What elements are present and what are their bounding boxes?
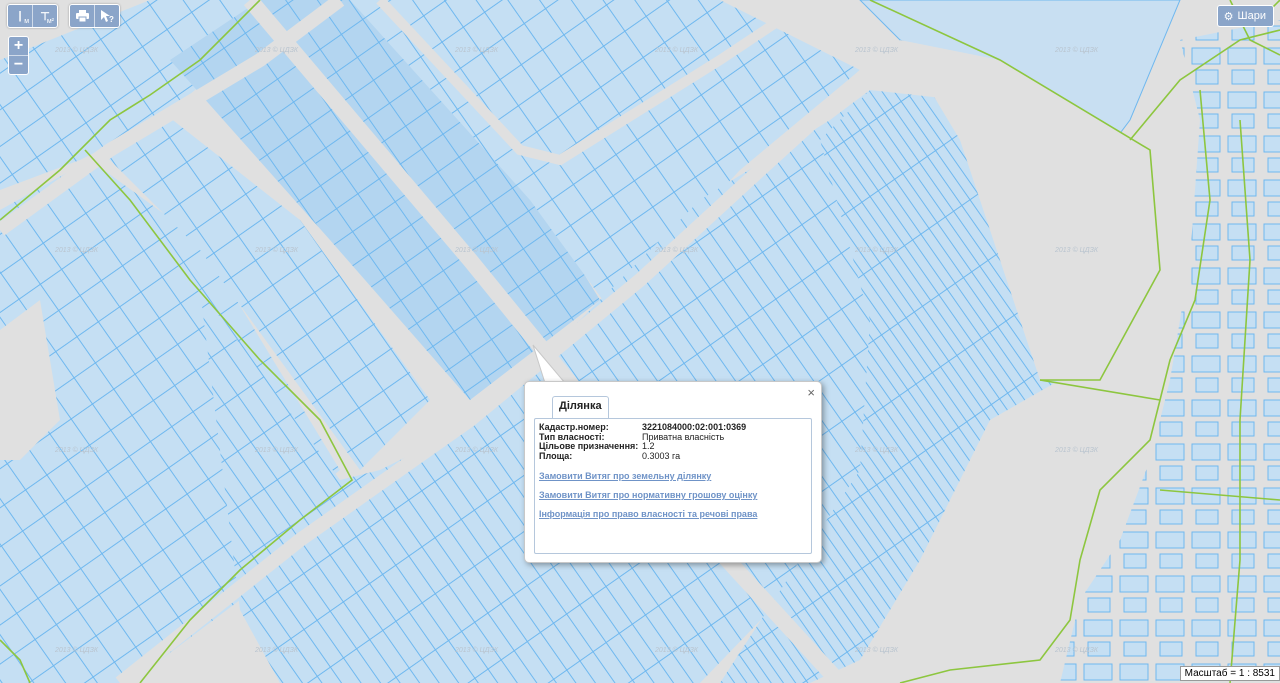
- tools-toolbar: ?: [69, 4, 120, 28]
- attribute-row: Площа: 0.3003 га: [539, 450, 746, 462]
- zoom-out-button[interactable]: −: [9, 55, 28, 74]
- identify-cursor-icon: ?: [101, 9, 114, 23]
- map-watermark: 2013 © ЦДЗК: [654, 246, 699, 254]
- measure-toolbar: | м ⊤ м²: [7, 4, 58, 28]
- identify-button[interactable]: ?: [94, 5, 119, 27]
- map-watermark: 2013 © ЦДЗК: [54, 246, 99, 254]
- gear-icon: ⚙: [1223, 10, 1234, 23]
- map-watermark: 2013 © ЦДЗК: [454, 646, 499, 654]
- cadastral-map[interactable]: 2013 © ЦДЗК 2013 © ЦДЗК 2013 © ЦДЗК 2013…: [0, 0, 1280, 683]
- map-watermark: 2013 © ЦДЗК: [454, 446, 499, 454]
- svg-text:?: ?: [109, 15, 114, 23]
- map-watermark: 2013 © ЦДЗК: [1054, 46, 1099, 54]
- map-watermark: 2013 © ЦДЗК: [1054, 646, 1099, 654]
- map-scale: Масштаб = 1 : 8531: [1179, 666, 1280, 681]
- map-watermark: 2013 © ЦДЗК: [854, 646, 899, 654]
- map-watermark: 2013 © ЦДЗК: [454, 246, 499, 254]
- zoom-control: + −: [8, 36, 29, 75]
- attribute-key: Площа:: [539, 450, 573, 461]
- layers-button-label: Шари: [1237, 10, 1266, 22]
- map-watermark: 2013 © ЦДЗК: [254, 46, 299, 54]
- layers-button[interactable]: ⚙ Шари: [1216, 5, 1274, 27]
- popup-links: Замовити Витяг про земельну ділянку Замо…: [539, 471, 757, 528]
- map-watermark: 2013 © ЦДЗК: [854, 46, 899, 54]
- order-parcel-extract-link[interactable]: Замовити Витяг про земельну ділянку: [539, 471, 757, 481]
- map-watermark: 2013 © ЦДЗК: [854, 246, 899, 254]
- map-watermark: 2013 © ЦДЗК: [854, 446, 899, 454]
- map-watermark: 2013 © ЦДЗК: [254, 446, 299, 454]
- parcel-info-panel: Кадастр.номер: 3221084000:02:001:0369 Ти…: [534, 418, 812, 554]
- parcel-info-popup: × Ділянка Кадастр.номер: 3221084000:02:0…: [524, 381, 822, 563]
- area-value: 0.3003 га: [642, 450, 681, 461]
- map-watermark: 2013 © ЦДЗК: [654, 646, 699, 654]
- map-watermark: 2013 © ЦДЗК: [254, 246, 299, 254]
- map-watermark: 2013 © ЦДЗК: [1054, 246, 1099, 254]
- map-watermark: 2013 © ЦДЗК: [254, 646, 299, 654]
- map-watermark: 2013 © ЦДЗК: [54, 446, 99, 454]
- map-watermark: 2013 © ЦДЗК: [454, 46, 499, 54]
- map-watermark: 2013 © ЦДЗК: [54, 646, 99, 654]
- map-watermark: 2013 © ЦДЗК: [1054, 446, 1099, 454]
- print-button[interactable]: [70, 5, 94, 27]
- ownership-rights-info-link[interactable]: Інформація про право власності та речові…: [539, 509, 757, 519]
- parcel-attributes: Кадастр.номер: 3221084000:02:001:0369 Ти…: [539, 422, 746, 462]
- ruler-length-icon: |: [18, 10, 22, 22]
- zoom-in-button[interactable]: +: [9, 37, 28, 55]
- map-watermark: 2013 © ЦДЗК: [654, 46, 699, 54]
- printer-icon: [75, 10, 89, 22]
- close-icon[interactable]: ×: [807, 385, 815, 400]
- tab-parcel[interactable]: Ділянка: [552, 396, 609, 418]
- measure-length-button[interactable]: | м: [8, 5, 32, 27]
- order-valuation-extract-link[interactable]: Замовити Витяг про нормативну грошову оц…: [539, 490, 757, 500]
- map-watermark: 2013 © ЦДЗК: [54, 46, 99, 54]
- measure-area-button[interactable]: ⊤ м²: [32, 5, 57, 27]
